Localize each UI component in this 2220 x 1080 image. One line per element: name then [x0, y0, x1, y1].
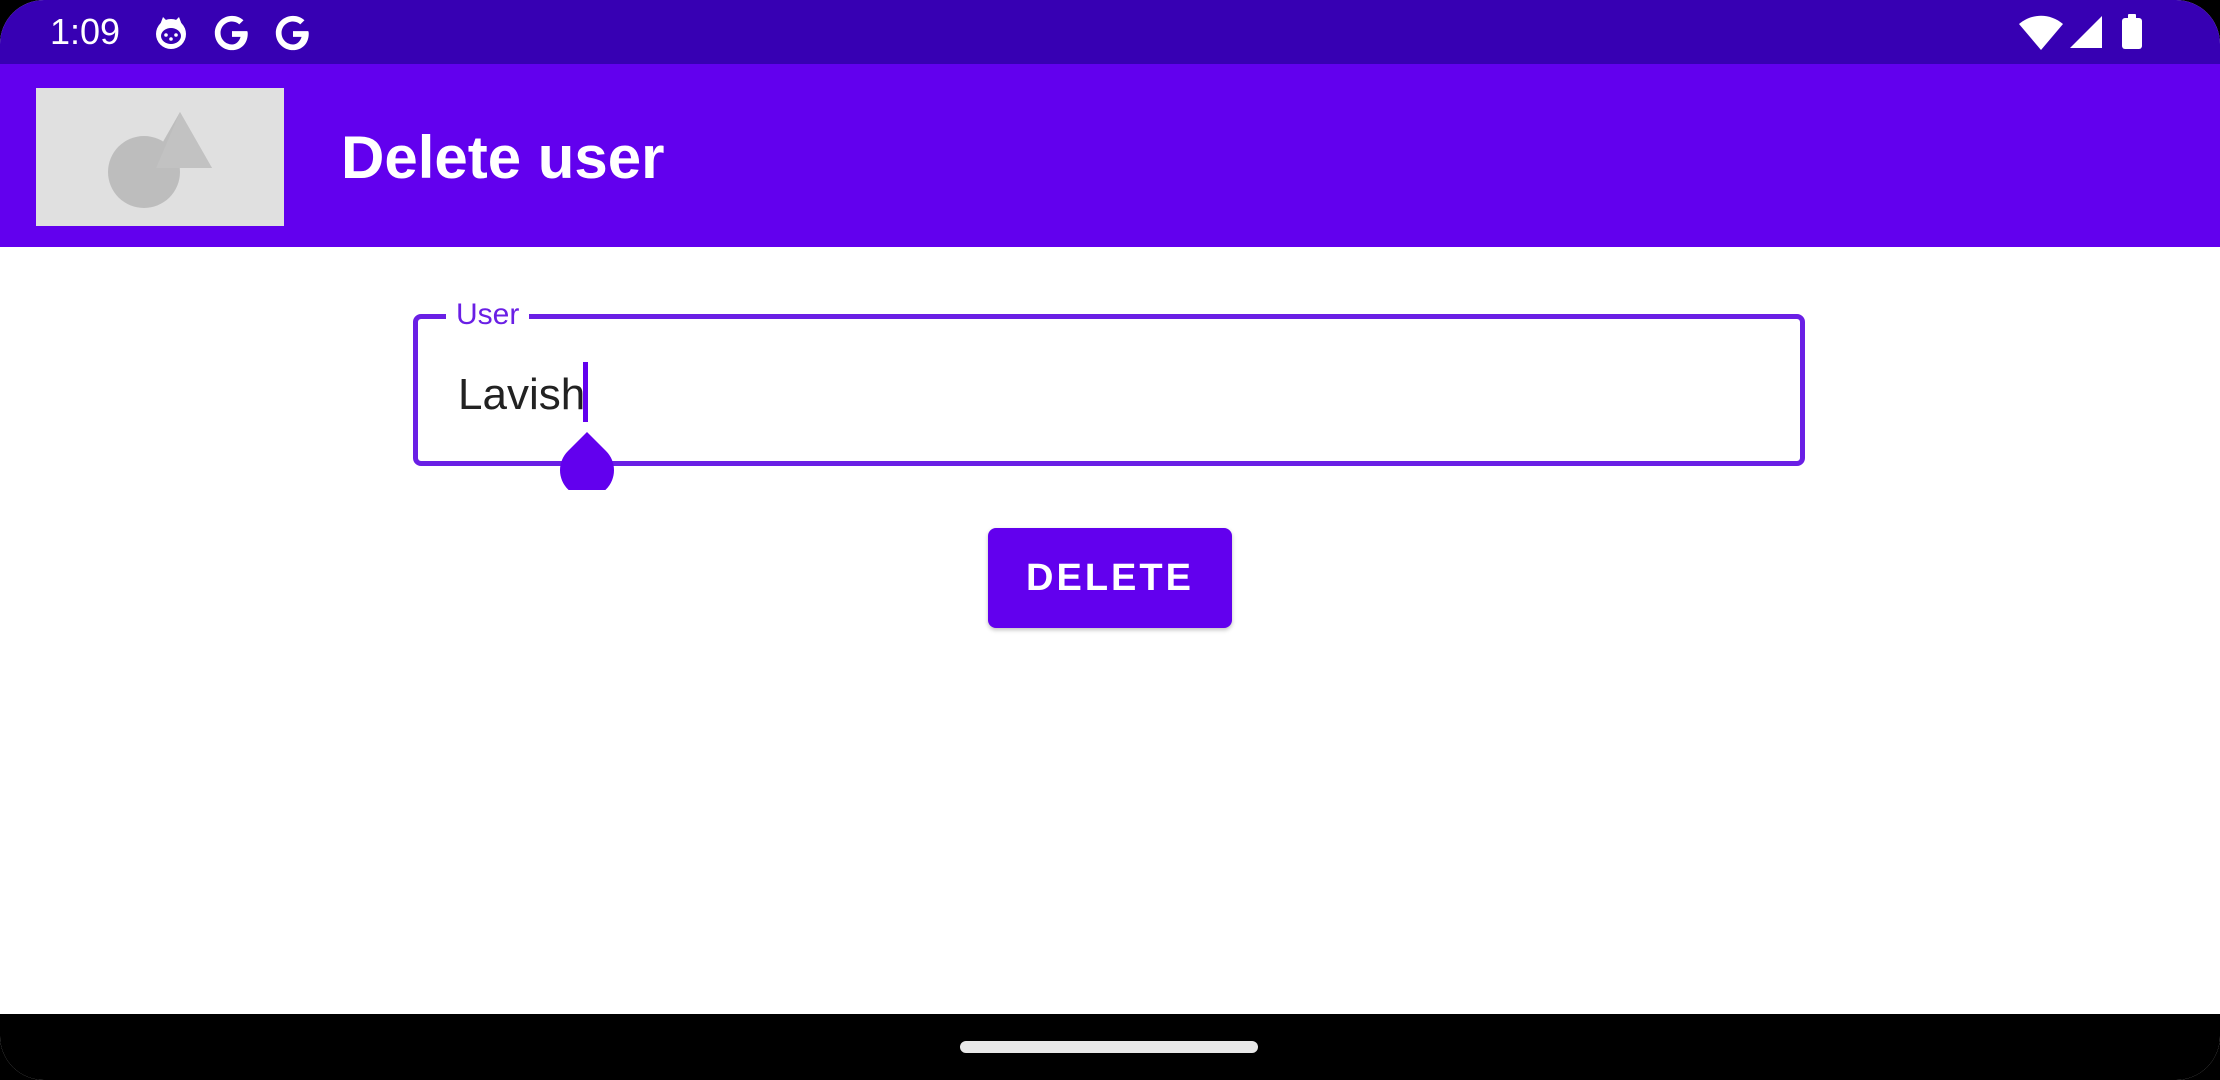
battery-icon	[2122, 14, 2142, 49]
home-gesture-handle[interactable]	[960, 1041, 1258, 1053]
user-input-label: User	[446, 297, 530, 333]
cursor-handle[interactable]	[558, 432, 616, 490]
status-time: 1:09	[50, 11, 121, 52]
delete-button[interactable]: DELETE	[988, 528, 1232, 628]
app-bar: Delete user	[0, 64, 2220, 247]
app-screen: 1:09 Delete user User Lavish DELETE	[0, 0, 2220, 1080]
image-placeholder-icon	[36, 88, 284, 226]
google-icon	[275, 15, 309, 51]
user-input[interactable]: User Lavish	[413, 297, 1805, 466]
status-bar: 1:09	[0, 0, 2220, 64]
signal-icon	[2070, 16, 2102, 48]
google-icon	[214, 15, 248, 51]
navigation-bar	[0, 1014, 2220, 1080]
text-cursor	[583, 362, 588, 422]
user-input-value[interactable]: Lavish	[458, 369, 585, 421]
page-title: Delete user	[341, 124, 665, 191]
cat-notification-icon	[156, 17, 186, 49]
wifi-icon	[2019, 15, 2063, 50]
